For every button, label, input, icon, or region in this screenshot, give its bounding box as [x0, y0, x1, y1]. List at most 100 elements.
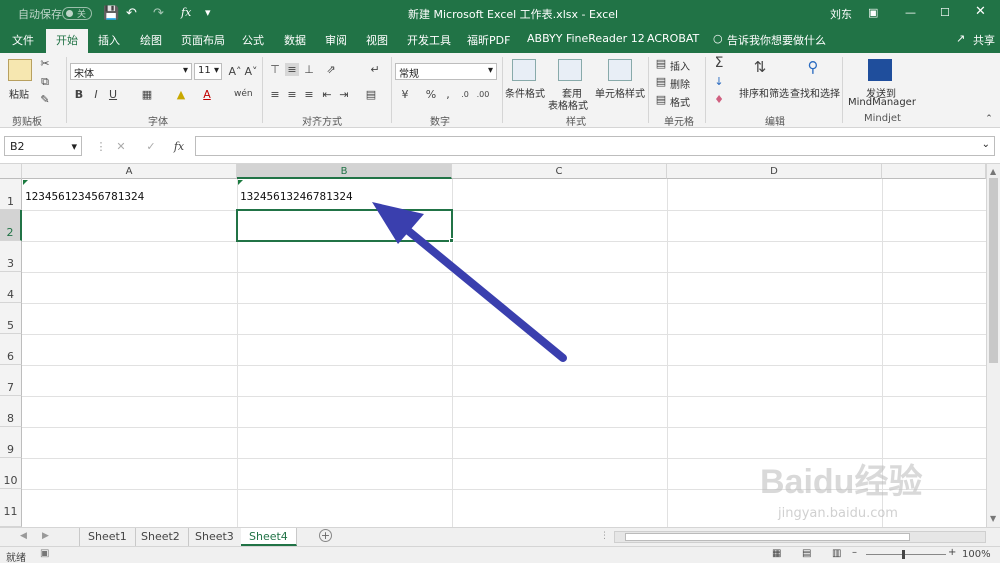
conditional-format-icon[interactable]: [512, 59, 536, 81]
tab-insert[interactable]: 插入: [98, 32, 120, 48]
paste-icon[interactable]: [8, 59, 32, 81]
cancel-icon[interactable]: ✕: [114, 140, 128, 153]
autosave-toggle[interactable]: 关: [62, 7, 92, 20]
page-layout-view-icon[interactable]: ▤: [802, 548, 811, 559]
align-center-icon[interactable]: ≡: [285, 88, 299, 101]
macro-record-icon[interactable]: ▣: [40, 548, 49, 559]
sheet-tab-1[interactable]: Sheet1: [79, 528, 136, 546]
enter-icon[interactable]: ✓: [144, 140, 158, 153]
tab-abbyy[interactable]: ABBYY FineReader 12: [527, 32, 645, 45]
font-name-select[interactable]: 宋体 ▾: [70, 63, 192, 80]
tab-review[interactable]: 审阅: [325, 32, 347, 48]
format-as-table-icon[interactable]: [558, 59, 582, 81]
format-painter-icon[interactable]: ✎: [38, 93, 52, 106]
hscroll-thumb[interactable]: [625, 533, 910, 541]
page-break-view-icon[interactable]: ▥: [832, 548, 841, 559]
copy-icon[interactable]: ⧉: [38, 75, 52, 88]
name-box[interactable]: B2 ▾: [4, 136, 82, 156]
delete-cells-icon[interactable]: ▤: [654, 75, 668, 88]
font-color-icon[interactable]: A: [200, 88, 214, 101]
cell-styles-icon[interactable]: [608, 59, 632, 81]
orientation-icon[interactable]: ⇗: [324, 63, 338, 76]
send-to-line2[interactable]: MindManager: [848, 97, 916, 108]
customize-qat-icon[interactable]: ▾: [205, 6, 211, 19]
insert-function-icon[interactable]: fx: [172, 140, 186, 153]
close-icon[interactable]: ✕: [975, 4, 986, 19]
tab-page-layout[interactable]: 页面布局: [181, 32, 225, 48]
tab-data[interactable]: 数据: [284, 32, 306, 48]
sheet-tab-4[interactable]: Sheet4: [241, 528, 297, 546]
next-sheet-icon[interactable]: ▶: [42, 531, 49, 541]
align-bottom-icon[interactable]: ⊥: [302, 63, 316, 76]
share-button[interactable]: 共享: [973, 32, 995, 48]
cut-icon[interactable]: ✂: [38, 57, 52, 70]
worksheet-grid[interactable]: A B C D 1 2 3 4 5 6 7 8 9 10 11 12345612…: [0, 164, 986, 527]
fill-icon[interactable]: ↓: [712, 75, 726, 88]
format-cells-button[interactable]: 格式: [670, 94, 690, 109]
function-icon[interactable]: fx: [181, 6, 191, 19]
underline-button[interactable]: U: [106, 88, 120, 101]
scroll-down-icon[interactable]: ▼: [990, 514, 996, 523]
prev-sheet-icon[interactable]: ◀: [20, 531, 27, 541]
ribbon-display-icon[interactable]: ▣: [868, 6, 878, 19]
save-icon[interactable]: 💾: [103, 6, 119, 21]
align-top-icon[interactable]: ⊤: [268, 63, 282, 76]
percent-icon[interactable]: %: [424, 88, 438, 101]
minimize-icon[interactable]: —: [905, 6, 916, 19]
phonetic-icon[interactable]: wén: [234, 88, 253, 101]
tell-me-search[interactable]: 告诉我你想要做什么: [727, 32, 826, 48]
zoom-in-icon[interactable]: +: [948, 547, 956, 558]
scroll-thumb[interactable]: [989, 178, 998, 363]
zoom-slider[interactable]: [866, 554, 946, 555]
bold-button[interactable]: B: [72, 88, 86, 101]
zoom-out-icon[interactable]: –: [852, 547, 857, 558]
currency-icon[interactable]: ¥: [398, 88, 412, 101]
format-cells-icon[interactable]: ▤: [654, 93, 668, 106]
sort-filter-icon[interactable]: ⇅: [753, 60, 767, 75]
mindmanager-icon[interactable]: [868, 59, 892, 81]
align-right-icon[interactable]: ≡: [302, 88, 316, 101]
sheet-tab-2[interactable]: Sheet2: [133, 528, 189, 546]
horizontal-scrollbar[interactable]: [614, 531, 986, 543]
wrap-text-icon[interactable]: ↵: [368, 63, 382, 76]
scroll-up-icon[interactable]: ▲: [990, 167, 996, 176]
increase-indent-icon[interactable]: ⇥: [337, 88, 351, 101]
sort-filter-button[interactable]: 排序和筛选: [739, 85, 789, 100]
vertical-scrollbar[interactable]: ▲ ▼: [986, 164, 1000, 527]
add-sheet-icon[interactable]: +: [319, 529, 332, 542]
insert-cells-icon[interactable]: ▤: [654, 57, 668, 70]
increase-font-icon[interactable]: A˄: [228, 65, 242, 78]
insert-cells-button[interactable]: 插入: [670, 58, 690, 73]
find-select-icon[interactable]: ⚲: [806, 60, 820, 75]
tab-split-icon[interactable]: ⋮: [600, 531, 609, 541]
format-as-table-line2[interactable]: 表格格式: [548, 97, 588, 112]
delete-cells-button[interactable]: 删除: [670, 76, 690, 91]
tab-foxit-pdf[interactable]: 福昕PDF: [467, 32, 510, 48]
decrease-font-icon[interactable]: A˅: [244, 65, 258, 78]
tab-file[interactable]: 文件: [12, 32, 34, 48]
comma-icon[interactable]: ,: [441, 88, 455, 101]
share-icon[interactable]: ↗: [956, 32, 965, 45]
tab-draw[interactable]: 绘图: [140, 32, 162, 48]
undo-icon[interactable]: ↶: [126, 6, 137, 21]
decrease-decimal-icon[interactable]: .00: [476, 88, 490, 101]
normal-view-icon[interactable]: ▦: [772, 548, 781, 559]
zoom-slider-thumb[interactable]: [902, 550, 905, 559]
find-select-button[interactable]: 查找和选择: [790, 85, 840, 100]
clear-icon[interactable]: ♦: [712, 93, 726, 106]
increase-decimal-icon[interactable]: .0: [458, 88, 472, 101]
paste-button[interactable]: 粘贴: [9, 86, 29, 101]
fill-color-icon[interactable]: ▲: [174, 88, 188, 101]
tab-home[interactable]: 开始: [46, 29, 88, 53]
align-left-icon[interactable]: ≡: [268, 88, 282, 101]
tab-acrobat[interactable]: ACROBAT: [647, 32, 699, 45]
autosum-icon[interactable]: Σ: [712, 56, 726, 70]
cell-styles-button[interactable]: 单元格样式: [595, 85, 645, 100]
conditional-format-button[interactable]: 条件格式: [505, 85, 545, 100]
formula-input[interactable]: ⌄: [195, 136, 995, 156]
redo-icon[interactable]: ↷: [153, 6, 164, 21]
maximize-icon[interactable]: ☐: [940, 6, 950, 19]
zoom-level[interactable]: 100%: [962, 549, 991, 560]
sheet-tab-3[interactable]: Sheet3: [187, 528, 243, 546]
border-icon[interactable]: ▦: [140, 88, 154, 101]
